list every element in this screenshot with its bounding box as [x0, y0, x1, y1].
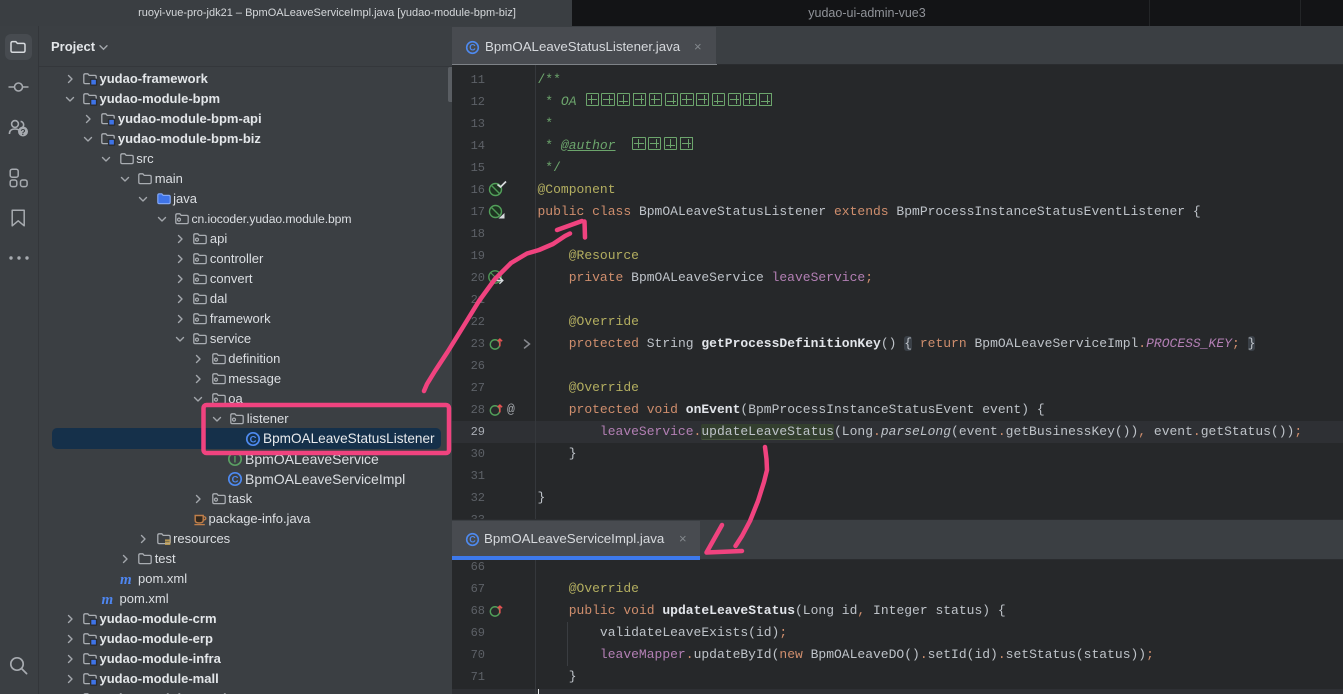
svg-text:?: ? — [20, 127, 25, 137]
